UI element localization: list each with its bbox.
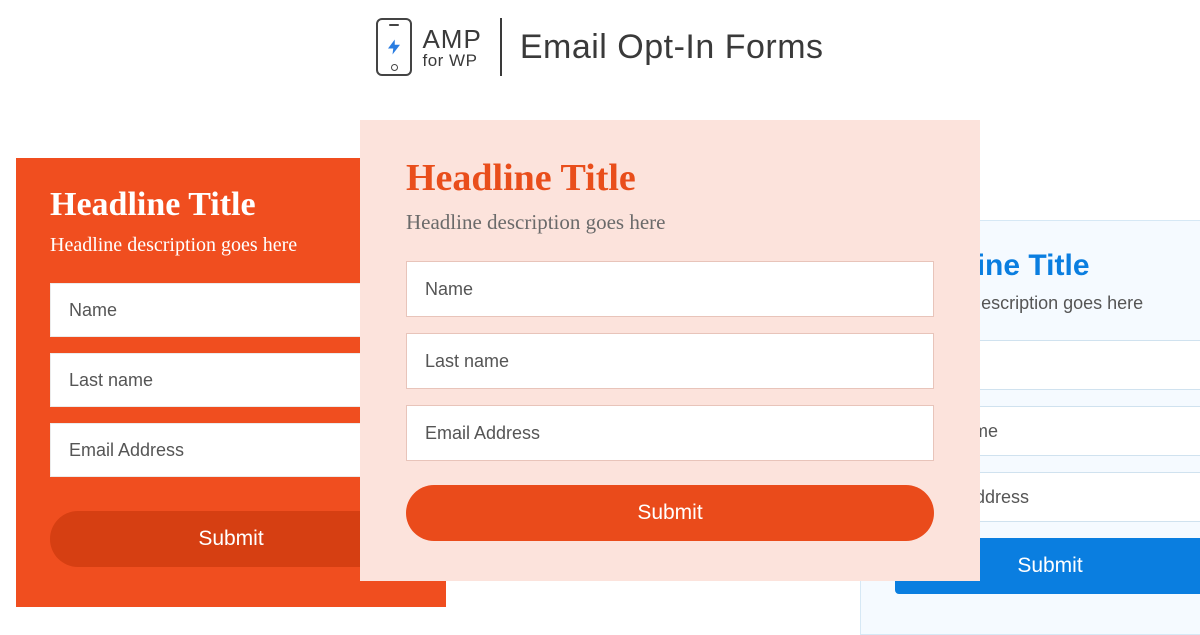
card-title: Headline Title (406, 156, 934, 200)
logo-group: AMP for WP (376, 18, 481, 76)
lastname-field[interactable] (50, 353, 412, 407)
page-title: Email Opt-In Forms (520, 28, 824, 67)
name-field[interactable] (406, 261, 934, 317)
email-field[interactable] (50, 423, 412, 477)
logo-forwp-label: for WP (422, 52, 481, 69)
logo-text: AMP for WP (422, 26, 481, 69)
optin-card-pink: Headline Title Headline description goes… (360, 120, 980, 581)
name-field[interactable] (50, 283, 412, 337)
card-title: Headline Title (50, 186, 412, 224)
lastname-field[interactable] (406, 333, 934, 389)
card-description: Headline description goes here (50, 234, 412, 257)
card-description: Headline description goes here (406, 210, 934, 235)
phone-amp-icon (376, 18, 412, 76)
submit-button[interactable]: Submit (50, 511, 412, 567)
page-header: AMP for WP Email Opt-In Forms (0, 0, 1200, 76)
logo-amp-label: AMP (422, 26, 481, 52)
vertical-divider (500, 18, 502, 76)
email-field[interactable] (406, 405, 934, 461)
lightning-icon (385, 33, 403, 61)
submit-button[interactable]: Submit (406, 485, 934, 541)
